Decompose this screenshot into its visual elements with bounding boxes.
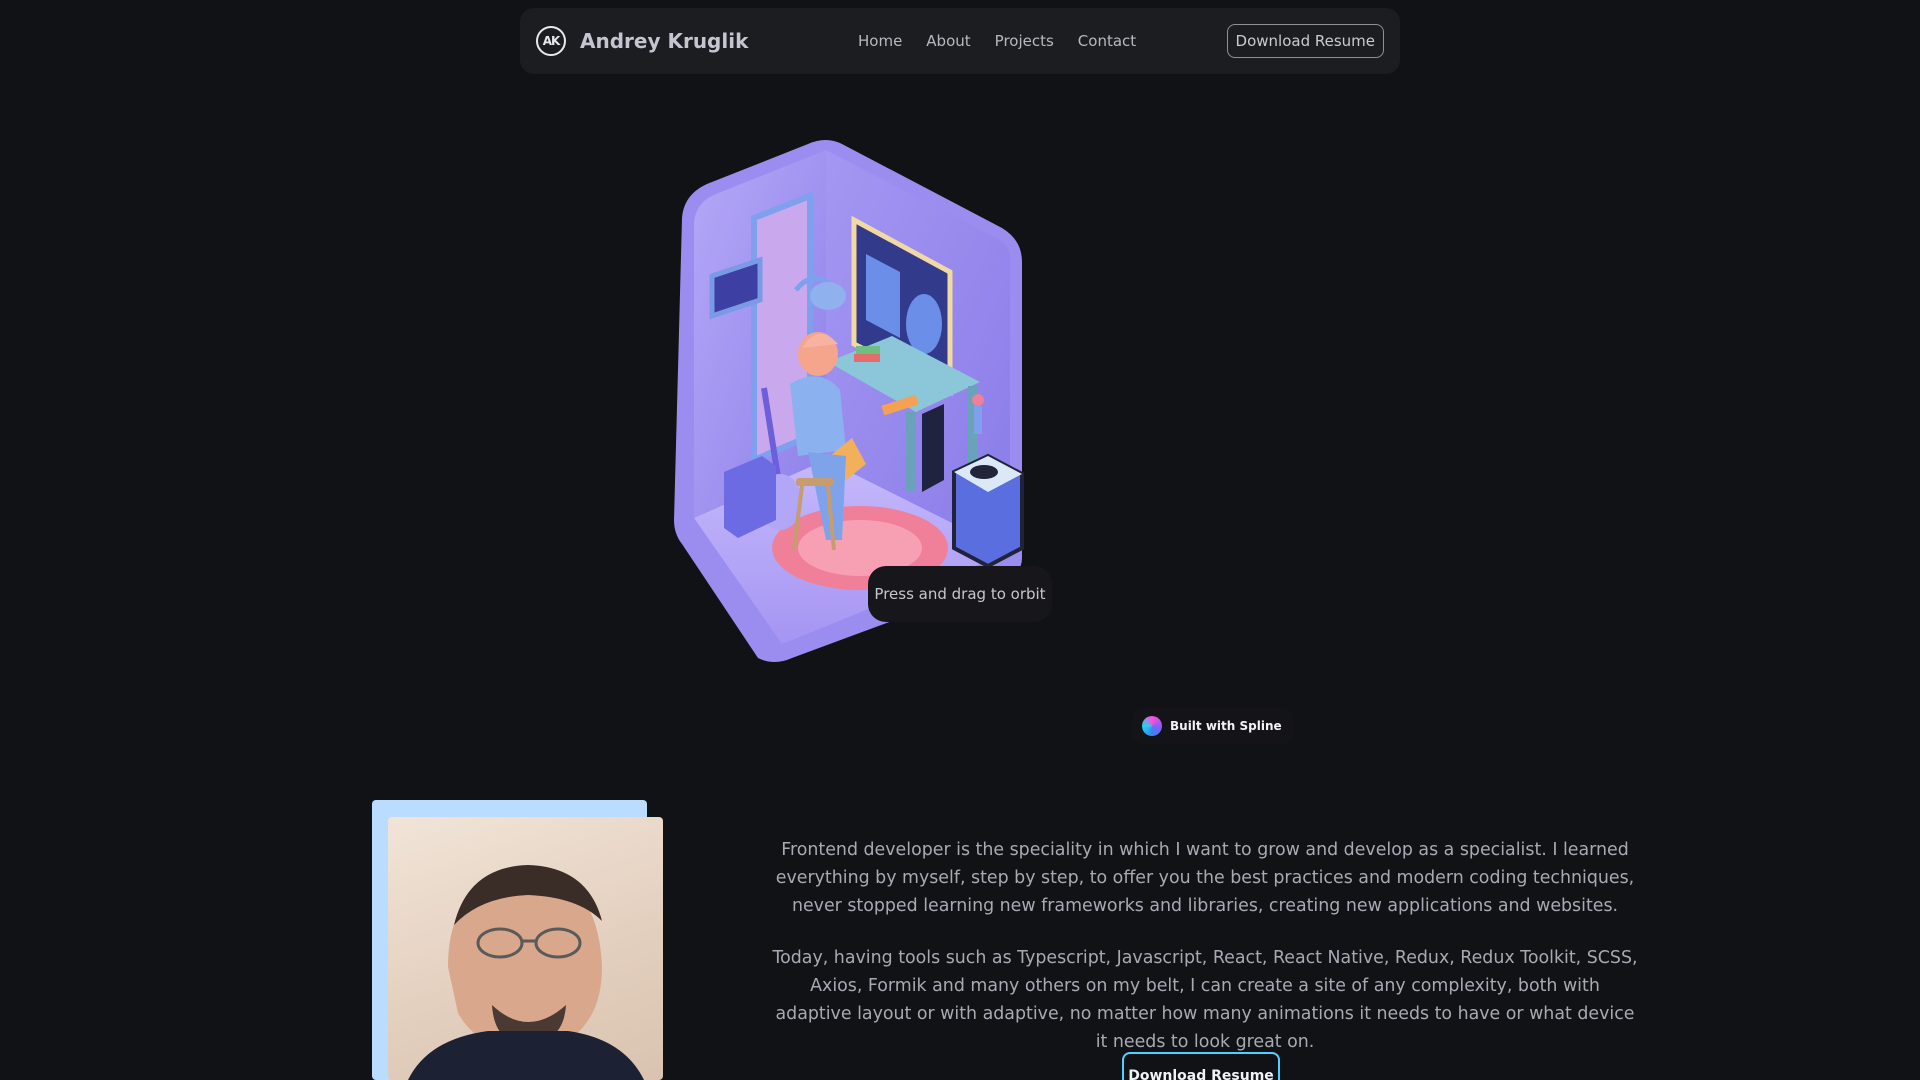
spline-3d-room-scene[interactable]: Press and drag to orbit	[670, 100, 1270, 680]
profile-photo	[388, 817, 663, 1080]
portfolio-page: AK Andrey Kruglik Home About Projects Co…	[0, 0, 1920, 1080]
about-paragraph-2: Today, having tools such as Typescript, …	[772, 948, 1638, 1052]
about-paragraph-1: Frontend developer is the speciality in …	[775, 840, 1635, 916]
ak-logo-icon[interactable]: AK	[536, 26, 566, 56]
brand[interactable]: AK Andrey Kruglik	[536, 26, 748, 56]
pc-tower	[922, 404, 944, 492]
brand-name[interactable]: Andrey Kruglik	[580, 29, 748, 53]
about-description: Frontend developer is the speciality in …	[770, 836, 1640, 1080]
nav-link-contact[interactable]: Contact	[1078, 32, 1136, 50]
download-resume-about-button[interactable]: Download Resume	[1122, 1052, 1280, 1080]
spline-badge-label: Built with Spline	[1170, 719, 1282, 733]
orbit-hint-label: Press and drag to orbit	[868, 566, 1052, 622]
top-navbar: AK Andrey Kruglik Home About Projects Co…	[520, 8, 1400, 74]
nav-link-home[interactable]: Home	[858, 32, 902, 50]
spline-logo-icon	[1142, 716, 1162, 736]
nav-links: Home About Projects Contact	[858, 8, 1136, 74]
profile-photo-frame	[372, 800, 663, 1080]
person-body	[790, 376, 846, 456]
download-resume-nav-button[interactable]: Download Resume	[1226, 24, 1384, 58]
built-with-spline-badge[interactable]: Built with Spline	[1132, 708, 1294, 744]
nav-link-projects[interactable]: Projects	[995, 32, 1054, 50]
nav-link-about[interactable]: About	[926, 32, 970, 50]
lamp	[810, 282, 846, 310]
portrait-illustration	[408, 865, 644, 1080]
